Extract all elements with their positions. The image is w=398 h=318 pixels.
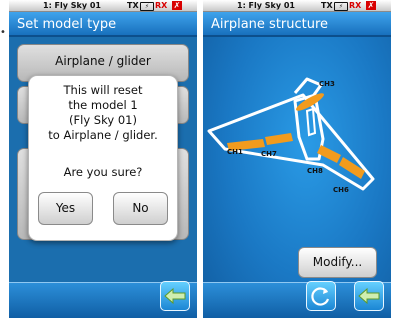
page-title: Airplane structure — [203, 12, 391, 37]
rotate-button[interactable] — [306, 281, 336, 311]
back-arrow-icon — [358, 287, 380, 305]
dialog-line: This will reset — [63, 83, 143, 97]
page-title: Set model type — [9, 12, 197, 37]
back-arrow-icon — [164, 287, 186, 305]
status-bar: 1: Fly Sky 01 TX ⚡ RX ✗ — [203, 0, 391, 12]
model-name: 1: Fly Sky 01 — [237, 1, 295, 10]
confirm-dialog: This will reset the model 1 (Fly Sky 01)… — [28, 75, 178, 241]
tx-battery-icon: ⚡ — [140, 2, 154, 11]
modify-button[interactable]: Modify... — [298, 247, 377, 278]
status-bar: 1: Fly Sky 01 TX ⚡ RX ✗ — [9, 0, 197, 12]
no-button[interactable]: No — [113, 192, 168, 225]
channel-label-ch1: CH1 — [227, 148, 243, 156]
screen-set-model-type: 1: Fly Sky 01 TX ⚡ RX ✗ Set model type A… — [9, 0, 197, 318]
no-signal-icon: ✗ — [366, 1, 376, 10]
dialog-question: Are you sure? — [63, 165, 143, 179]
rx-label: RX — [155, 1, 168, 10]
tx-battery-icon: ⚡ — [334, 2, 348, 11]
dialog-line: the model 1 — [68, 98, 138, 112]
back-button[interactable] — [354, 281, 384, 311]
no-signal-icon: ✗ — [172, 1, 182, 10]
channel-label-ch7: CH7 — [261, 150, 277, 158]
model-name: 1: Fly Sky 01 — [43, 1, 101, 10]
surface-ch8 — [317, 145, 341, 163]
channel-label-ch8: CH8 — [307, 167, 323, 175]
channel-label-ch3: CH3 — [319, 80, 335, 88]
dialog-message: This will reset the model 1 (Fly Sky 01)… — [29, 83, 177, 143]
tx-label: TX — [321, 1, 333, 10]
dialog-line: to Airplane / glider. — [48, 128, 158, 142]
dialog-line: (Fly Sky 01) — [69, 113, 137, 127]
edge-fragment: • — [0, 27, 6, 38]
canopy — [305, 107, 317, 137]
yes-button[interactable]: Yes — [38, 192, 93, 225]
screen-airplane-structure: 1: Fly Sky 01 TX ⚡ RX ✗ Airplane structu… — [203, 0, 391, 318]
wing-outline — [207, 93, 375, 191]
tx-label: TX — [127, 1, 139, 10]
surface-ch7 — [265, 133, 293, 145]
rx-label: RX — [349, 1, 362, 10]
channel-label-ch6: CH6 — [333, 186, 349, 194]
back-button[interactable] — [160, 281, 190, 311]
rotate-icon — [311, 287, 330, 306]
